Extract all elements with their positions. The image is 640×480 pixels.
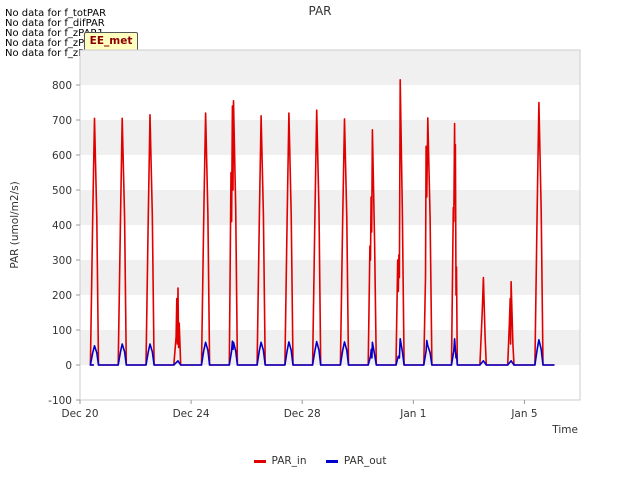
grid-band <box>80 50 580 85</box>
x-axis: Dec 20 Dec 24 Dec 28 Jan 1 Jan 5 <box>61 400 538 420</box>
x-tick-label: Jan 5 <box>510 408 537 420</box>
y-tick-label: 800 <box>52 80 72 92</box>
legend-label: PAR_in <box>271 455 307 467</box>
y-tick-label: 500 <box>52 185 72 197</box>
x-tick-label: Dec 24 <box>173 408 210 420</box>
grid-band <box>80 260 580 295</box>
legend-swatch <box>325 459 338 463</box>
y-tick-label: 300 <box>52 255 72 267</box>
x-tick-label: Dec 28 <box>284 408 321 420</box>
background-bands <box>80 50 580 365</box>
y-tick-label: 600 <box>52 150 72 162</box>
legend-label: PAR_out <box>343 455 387 467</box>
legend-item-par-out: PAR_out <box>325 455 387 467</box>
y-tick-label: 0 <box>65 360 72 372</box>
grid-band <box>80 120 580 155</box>
legend-swatch <box>253 459 266 463</box>
y-tick-label: -100 <box>48 395 72 407</box>
grid-band <box>80 190 580 225</box>
y-tick-label: 400 <box>52 220 72 232</box>
x-tick-label: Jan 1 <box>399 408 426 420</box>
y-tick-label: 200 <box>52 290 72 302</box>
grid-band <box>80 330 580 365</box>
y-axis: -100 0 100 200 300 400 500 600 700 800 <box>48 80 80 407</box>
y-axis-label: PAR (umol/m2/s) <box>9 181 21 268</box>
x-tick-label: Dec 20 <box>61 408 98 420</box>
par-chart: -1000100200300400500600700800 Dec 20 Dec … <box>9 49 581 436</box>
y-tick-label: 700 <box>52 115 72 127</box>
y-tick-label: 100 <box>52 325 72 337</box>
legend: PAR_in PAR_out <box>0 455 640 467</box>
x-axis-label: Time <box>551 424 578 436</box>
legend-item-par-in: PAR_in <box>253 455 307 467</box>
